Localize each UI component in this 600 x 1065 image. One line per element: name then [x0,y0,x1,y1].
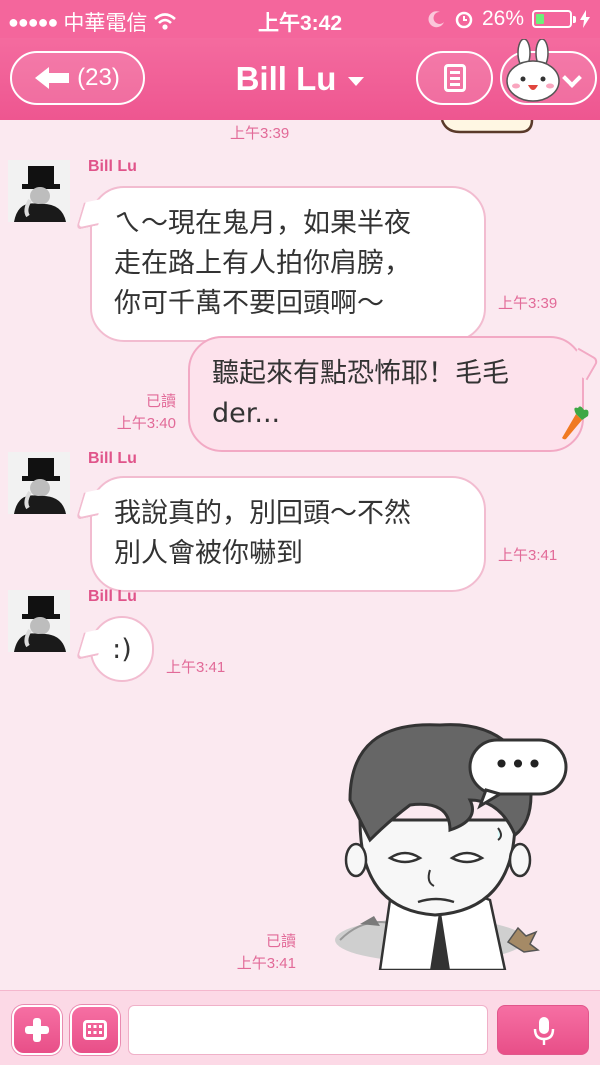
keyboard-button[interactable] [70,1005,120,1055]
alarm-icon [455,11,473,29]
chat-title-text: Bill Lu [235,60,337,97]
message-time: 上午3:40 [116,415,176,432]
message-input[interactable] [128,1005,488,1055]
message-time: 上午3:39 [230,125,290,142]
add-button[interactable] [12,1005,62,1055]
moon-icon [428,11,444,28]
read-receipt: 已讀 [145,393,176,410]
avatar-image [8,160,70,222]
sender-name: Bill Lu [88,158,137,175]
sticker-image[interactable]: ••• [330,710,580,970]
message-time: 上午3:39 [498,295,558,312]
back-count: (23) [77,64,120,91]
message-time: 上午3:41 [236,955,296,972]
bunny-sticker-icon [506,39,560,102]
message-line: ㄟ～現在鬼月，如果半夜 [114,208,411,239]
partial-sticker [440,120,534,134]
sender-name: Bill Lu [88,588,137,605]
sender-name: Bill Lu [88,450,137,467]
sticker-bubble-text: ••• [493,748,543,781]
avatar-image [8,590,70,652]
message-bubble-incoming[interactable]: 我說真的，別回頭～不然 別人會被你嚇到 [90,476,486,592]
avatar[interactable] [8,590,70,652]
message-line: 你可千萬不要回頭啊～ [114,288,384,319]
charging-bolt-icon [580,10,590,28]
menu-list-icon [443,64,466,92]
plus-icon [25,1018,49,1042]
chat-title[interactable]: Bill Lu [190,60,410,98]
back-arrow-icon [35,67,70,89]
message-time: 上午3:41 [498,547,558,564]
message-bubble-outgoing[interactable]: 聽起來有點恐怖耶！毛毛 der... [188,336,584,452]
message-line: der... [212,398,281,429]
menu-button[interactable] [416,51,493,105]
avatar[interactable] [8,452,70,514]
message-line: 別人會被你嚇到 [114,538,303,569]
microphone-icon [533,1017,555,1045]
avatar[interactable] [8,160,70,222]
battery-icon [532,10,576,28]
message-bubble-incoming[interactable]: :) [90,616,154,682]
chat-area[interactable]: 上午3:39 Bill Lu ㄟ～現在鬼月，如果半夜 走在路上有人拍你肩膀， 你… [0,120,600,990]
input-bar [0,990,600,1065]
read-receipt: 已讀 [265,933,296,950]
nav-bar: (23) Bill Lu [0,38,600,120]
message-line: 我說真的，別回頭～不然 [114,498,411,529]
battery-percent: 26% [481,7,524,30]
message-time: 上午3:41 [166,659,226,676]
message-text: :) [112,634,132,665]
chevron-down-icon [562,68,582,88]
message-bubble-incoming[interactable]: ㄟ～現在鬼月，如果半夜 走在路上有人拍你肩膀， 你可千萬不要回頭啊～ [90,186,486,342]
carrot-icon [562,406,589,440]
status-bar: ●●●●● 中華電信 上午3:42 26% [0,0,600,38]
avatar-image [8,452,70,514]
title-dropdown-icon [348,76,365,86]
sticker-toggle-button[interactable] [500,39,597,105]
keyboard-icon [83,1020,107,1040]
message-line: 走在路上有人拍你肩膀， [114,248,411,279]
back-button[interactable]: (23) [10,51,145,105]
battery-level [536,14,544,24]
status-right: 26% [428,7,590,31]
voice-button[interactable] [497,1005,589,1055]
message-line: 聽起來有點恐怖耶！毛毛 [212,358,509,389]
